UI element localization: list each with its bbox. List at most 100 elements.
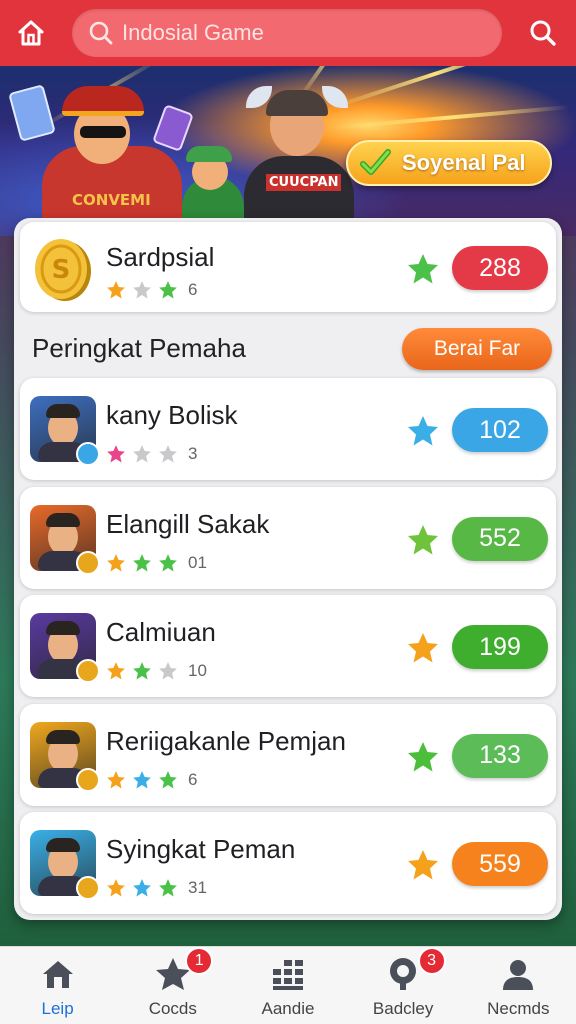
search-icon xyxy=(530,20,556,46)
star-icon xyxy=(159,662,177,680)
coin-badge-icon xyxy=(76,767,100,792)
bottom-nav: Leip 1 Cocds Aandie 3 Badcley Necmds xyxy=(0,946,576,1024)
star-icon xyxy=(408,524,438,554)
star-rating: 6 xyxy=(106,280,197,300)
notification-badge: 3 xyxy=(417,947,446,975)
star-icon xyxy=(159,770,177,789)
home-icon xyxy=(42,961,73,988)
shirt-text: CONVEMI xyxy=(72,191,151,209)
home-icon xyxy=(18,20,44,46)
cta-button[interactable]: Soyenal Pal xyxy=(346,140,552,186)
hat xyxy=(186,146,232,162)
nav-item-necmds[interactable]: Necmds xyxy=(461,947,576,1024)
svg-text:S: S xyxy=(52,255,71,285)
star-icon xyxy=(107,770,125,789)
star-icon xyxy=(107,879,125,897)
coin-icon: S xyxy=(35,239,91,301)
star-icon xyxy=(159,445,177,463)
player-name: Calmiuan xyxy=(106,617,216,647)
player-name: Syingkat Peman xyxy=(106,834,296,864)
avatar xyxy=(30,504,100,575)
search-input[interactable] xyxy=(122,20,462,46)
featured-name: Sardpsial xyxy=(106,242,215,272)
nav-item-aandie[interactable]: Aandie xyxy=(230,947,345,1024)
coin-avatar: S xyxy=(30,236,96,302)
score-pill[interactable]: 133 xyxy=(452,733,548,778)
helmet xyxy=(266,90,328,116)
rating-count: 31 xyxy=(188,878,207,897)
user-icon xyxy=(503,960,534,990)
star-icon xyxy=(133,770,151,789)
star-rating: 6 xyxy=(106,770,197,790)
card-prop xyxy=(152,104,194,152)
score-pill[interactable]: 102 xyxy=(452,408,548,452)
nav-label: Aandie xyxy=(261,999,315,1018)
leaderboard-panel: S Sardpsial 6 288 Peringkat Pemaha Berai… xyxy=(14,218,562,920)
featured-card[interactable]: S Sardpsial 6 288 xyxy=(20,222,556,312)
star-icon xyxy=(107,553,125,572)
home-button[interactable] xyxy=(12,14,50,52)
nav-label: Cocds xyxy=(148,999,197,1018)
player-row[interactable]: kany Bolisk 3 102 xyxy=(20,378,556,480)
star-icon xyxy=(159,879,177,897)
avatar xyxy=(30,613,100,683)
coin-badge-icon xyxy=(76,442,100,466)
score-pill[interactable]: 559 xyxy=(452,842,548,886)
star-rating: 31 xyxy=(106,878,207,898)
star-icon xyxy=(107,662,125,680)
notification-badge: 1 xyxy=(185,947,214,975)
search-button[interactable] xyxy=(524,14,562,52)
nav-item-leip[interactable]: Leip xyxy=(0,947,115,1024)
coin-badge-icon xyxy=(76,876,100,900)
star-rating: 01 xyxy=(106,553,207,573)
nav-label: Leip xyxy=(41,999,74,1018)
avatar xyxy=(30,721,100,792)
star-rating: 10 xyxy=(106,661,207,681)
star-rating: 3 xyxy=(106,444,197,464)
search-bar[interactable] xyxy=(72,9,502,57)
coin-badge-icon xyxy=(76,659,100,683)
badge-icon xyxy=(390,958,417,990)
player-name: Reriigakanle Pemjan xyxy=(106,725,346,756)
star-icon xyxy=(159,281,177,299)
shirt-text: CUUCPAN xyxy=(266,174,342,191)
player-row[interactable]: Syingkat Peman 31 559 xyxy=(20,812,556,914)
nav-label: Necmds xyxy=(487,999,550,1018)
rating-count: 10 xyxy=(188,661,207,680)
rating-count: 01 xyxy=(188,552,207,572)
section-title: Peringkat Pemaha xyxy=(32,333,246,363)
star-icon xyxy=(408,633,438,663)
grid-icon xyxy=(272,960,303,990)
star-icon xyxy=(107,445,125,463)
star-icon xyxy=(133,553,151,572)
star-icon xyxy=(408,741,438,771)
player-name: Elangill Sakak xyxy=(106,508,270,539)
star-icon xyxy=(133,662,151,680)
card-prop xyxy=(8,84,56,142)
player-row[interactable]: Elangill Sakak 01 552 xyxy=(20,486,556,589)
score-pill[interactable]: 288 xyxy=(452,246,548,290)
nav-item-cocds[interactable]: 1 Cocds xyxy=(115,947,230,1024)
player-row[interactable]: Calmiuan 10 199 xyxy=(20,595,556,697)
rating-count: 6 xyxy=(188,280,198,299)
rating-count: 3 xyxy=(188,444,198,463)
star-icon xyxy=(133,281,151,299)
star-icon xyxy=(159,553,177,572)
score-pill[interactable]: 552 xyxy=(452,516,548,561)
top-bar xyxy=(0,0,576,66)
search-icon xyxy=(89,21,113,45)
avatar xyxy=(30,396,100,466)
section-button[interactable]: Berai Far xyxy=(402,328,552,370)
star-icon xyxy=(107,281,125,299)
avatar xyxy=(30,830,100,900)
star-icon xyxy=(408,416,438,446)
checkmark-icon xyxy=(360,149,391,175)
nav-label: Badcley xyxy=(372,999,434,1018)
score-pill[interactable]: 199 xyxy=(452,625,548,669)
coin-badge-icon xyxy=(76,550,100,575)
nav-item-badcley[interactable]: 3 Badcley xyxy=(346,947,461,1024)
player-row[interactable]: Reriigakanle Pemjan 6 133 xyxy=(20,703,556,806)
star-icon xyxy=(133,445,151,463)
sunglasses xyxy=(80,126,126,138)
hat xyxy=(62,86,144,116)
